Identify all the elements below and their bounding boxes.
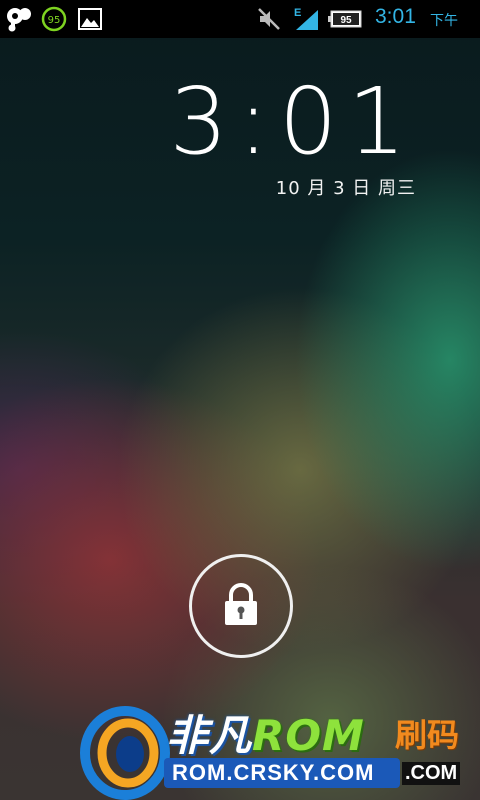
- network-type-text: E: [294, 7, 301, 19]
- watermark-title-cn: 非凡: [166, 711, 253, 760]
- battery-level-text: 95: [340, 15, 352, 26]
- watermark-extra: 刷码: [395, 716, 460, 754]
- battery-circle-text: 95: [48, 15, 61, 26]
- lockscreen-clock: 3:01: [169, 68, 416, 175]
- gallery-notification-icon: [77, 6, 103, 32]
- lockscreen-date: 10 月 3 日 周三: [275, 178, 416, 199]
- watermark-url-suffix: .COM: [402, 762, 461, 785]
- battery-icon: 95: [327, 6, 363, 32]
- watermark-title-rom: ROM: [252, 711, 365, 760]
- music-app-icon: [4, 6, 34, 32]
- volume-muted-icon: [256, 6, 282, 32]
- battery-percent-circle-icon: 95: [40, 6, 68, 32]
- lock-icon: [222, 582, 260, 630]
- unlock-handle[interactable]: [189, 554, 293, 658]
- lockscreen: 95 E 95 3:01 下午 3:01 10 月 3 日 周三 非凡ROM 刷…: [0, 0, 480, 800]
- signal-strength-icon: E: [292, 6, 322, 32]
- watermark-url: ROM.CRSKY.COM: [172, 760, 375, 785]
- status-bar: 95 E 95 3:01 下午: [0, 0, 480, 38]
- status-bar-ampm: 下午: [430, 13, 458, 29]
- watermark-title: 非凡ROM: [166, 702, 365, 763]
- watermark-emblem-icon: [80, 706, 170, 800]
- status-bar-clock: 3:01: [375, 5, 416, 28]
- watermark-logo: 非凡ROM 刷码 ROM.CRSKY.COM .COM: [80, 698, 480, 800]
